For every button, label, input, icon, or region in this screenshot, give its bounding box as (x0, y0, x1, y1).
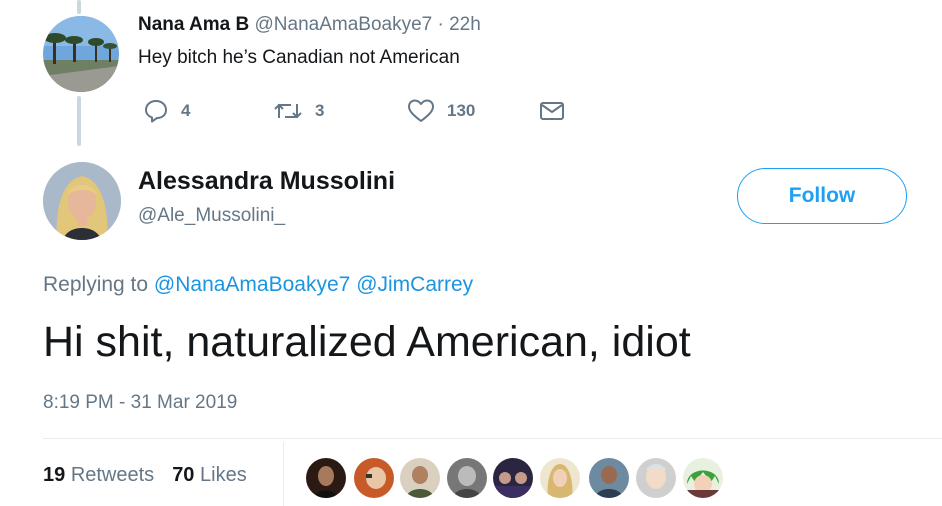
replying-to-mention-nanaamaboakye7[interactable]: @NanaAmaBoakye7 (154, 273, 350, 296)
likes-stat[interactable]: 70 Likes (172, 464, 247, 486)
replying-to-line: Replying to @NanaAmaBoakye7 @JimCarrey (43, 273, 473, 297)
main-author-handle[interactable]: @Ale_Mussolini_ (138, 205, 285, 227)
reply-count: 4 (181, 101, 191, 120)
liker-avatar[interactable] (354, 458, 394, 498)
reply-separator: · (437, 14, 444, 35)
retweets-stat[interactable]: 19 Retweets (43, 464, 154, 486)
direct-message-button[interactable] (539, 96, 565, 126)
liker-avatar[interactable] (636, 458, 676, 498)
reply-header: Nana Ama B @NanaAmaBoakye7 · 22h (138, 14, 481, 36)
liker-avatar[interactable] (589, 458, 629, 498)
retweet-icon (274, 103, 302, 119)
main-author-name[interactable]: Alessandra Mussolini (138, 167, 395, 196)
tweet-timestamp[interactable]: 8:19 PM - 31 Mar 2019 (43, 392, 237, 414)
reply-author-handle[interactable]: @NanaAmaBoakye7 (255, 14, 433, 35)
follow-button[interactable]: Follow (737, 168, 907, 224)
liker-avatar[interactable] (540, 458, 580, 498)
like-count: 130 (447, 101, 476, 120)
reply-author-name[interactable]: Nana Ama B (138, 14, 249, 35)
landscape-photo-icon (43, 16, 119, 92)
main-tweet-text: Hi shit, naturalized American, idiot (43, 318, 691, 366)
reply-text: Hey bitch he’s Canadian not American (138, 47, 460, 68)
replying-to-mention-jimcarrey[interactable]: @JimCarrey (356, 273, 473, 296)
reply-time[interactable]: 22h (449, 14, 481, 35)
retweet-count: 3 (315, 101, 325, 120)
reply-action-button[interactable]: 4 (143, 96, 190, 126)
stats-divider (43, 438, 942, 439)
liker-avatar[interactable] (306, 458, 346, 498)
liker-avatar[interactable] (683, 458, 723, 498)
replying-to-prefix: Replying to (43, 273, 149, 296)
liker-avatar[interactable] (493, 458, 533, 498)
profile-photo-icon (43, 162, 121, 240)
liker-avatar[interactable] (447, 458, 487, 498)
retweets-label: Retweets (70, 464, 155, 486)
reply-action-bar: 4 3 130 (140, 96, 580, 126)
stats-separator (283, 442, 284, 506)
engagement-stats: 19 Retweets 70 Likes (43, 464, 247, 487)
reply-avatar[interactable] (43, 16, 119, 92)
like-total: 70 (172, 464, 195, 486)
thread-line-top (77, 0, 81, 14)
retweet-action-button[interactable]: 3 (273, 96, 324, 126)
envelope-icon (540, 102, 564, 120)
main-author-avatar[interactable] (43, 162, 121, 240)
likes-label: Likes (200, 464, 247, 486)
retweet-total: 19 (43, 464, 66, 486)
thread-line-bottom (77, 96, 81, 146)
like-action-button[interactable]: 130 (407, 96, 475, 126)
liker-avatar[interactable] (400, 458, 440, 498)
heart-icon (408, 99, 434, 122)
reply-bubble-icon (145, 100, 167, 123)
